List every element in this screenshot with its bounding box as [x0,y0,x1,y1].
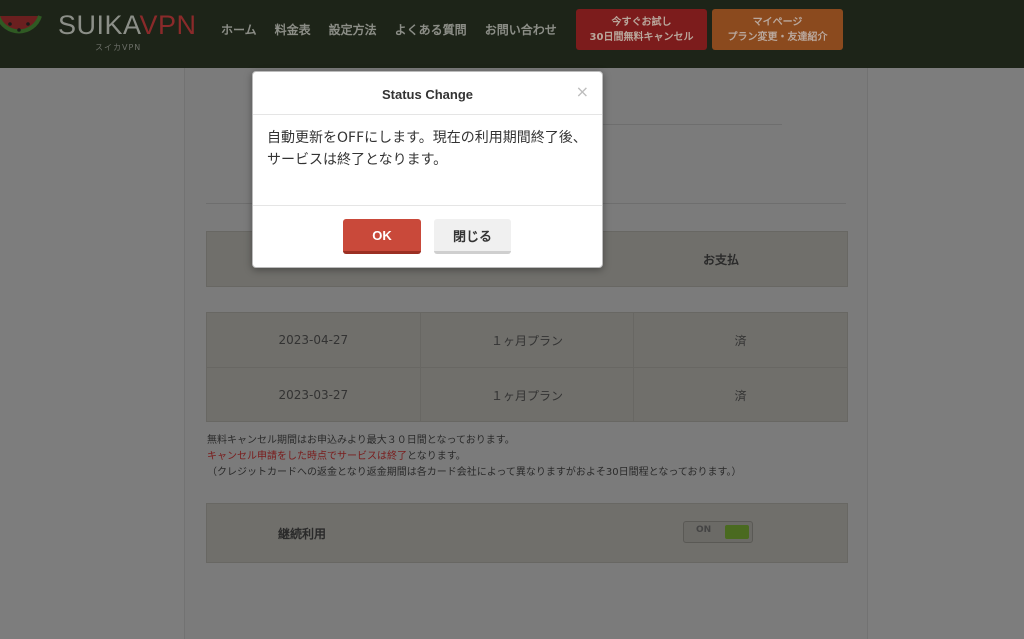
dialog-divider [253,114,602,115]
note-line-3: （クレジットカードへの返金となり返金期間は各カード会社によって異なりますがおよそ… [207,467,742,478]
status-cell: 済 [734,388,747,403]
nav-pricing[interactable]: 料金表 [275,21,311,38]
trial-line1: 今すぐお試し [611,16,672,28]
watermelon-icon[interactable] [0,6,44,56]
trial-line2: 30日間無料キャンセル [589,31,694,43]
dialog-message: 自動更新をOFFにします。現在の利用期間終了後、サービスは終了となります。 [267,130,587,168]
auto-renew-label: 継続利用 [278,527,327,541]
dialog-title: Status Change [381,87,473,102]
nav-setup[interactable]: 設定方法 [329,21,377,38]
free-trial-button[interactable]: 今すぐお試し 30日間無料キャンセル [576,9,707,50]
toggle-knob [725,525,749,539]
date-cell: 2023-03-27 [207,368,421,422]
cancellation-notes: 無料キャンセル期間はお申込みより最大３０日間となっております。 キャンセル申請を… [207,433,742,481]
auto-renew-toggle[interactable]: ON [683,521,753,543]
note-line-1: 無料キャンセル期間はお申込みより最大３０日間となっております。 [207,435,515,446]
plan-cell: １ヶ月プラン [421,313,635,367]
brand-accent: VPN [139,10,197,40]
status-change-dialog: Status Change × 自動更新をOFFにします。現在の利用期間終了後、… [252,71,603,268]
note-line-2: キャンセル申請をした時点でサービスは終了となります。 [207,449,742,465]
mypage-button[interactable]: マイページ プラン変更・友達紹介 [712,9,843,50]
main-nav: ホーム 料金表 設定方法 よくある質問 お問い合わせ [221,21,557,38]
brand-main: SUIKA [58,10,140,40]
status-cell: 済 [734,333,747,348]
site-header: SUIKAVPN スイカVPN ホーム 料金表 設定方法 よくある質問 お問い合… [0,0,1024,68]
brand-subtitle: スイカVPN [95,43,142,52]
mypage-line1: マイページ [752,16,803,28]
mypage-line2: プラン変更・友達紹介 [727,31,828,43]
payment-history-table: 2023-04-27 １ヶ月プラン 済 2023-03-27 １ヶ月プラン 済 [206,312,848,422]
plan-cell: １ヶ月プラン [421,368,635,422]
auto-renew-panel: 継続利用 ON [206,503,848,563]
nav-contact[interactable]: お問い合わせ [485,21,557,38]
brand-logo[interactable]: SUIKAVPN [58,10,197,41]
close-button[interactable]: 閉じる [434,219,511,254]
nav-home[interactable]: ホーム [221,21,257,38]
date-cell: 2023-04-27 [207,313,421,367]
table-row: 2023-04-27 １ヶ月プラン 済 [207,313,847,367]
payment-column-header: お支払 [702,253,739,267]
ok-button[interactable]: OK [343,219,421,254]
note-warning: キャンセル申請をした時点でサービスは終了 [207,451,407,462]
dialog-divider [253,205,602,206]
nav-faq[interactable]: よくある質問 [395,21,467,38]
toggle-state-label: ON [696,525,712,535]
close-icon[interactable]: × [576,82,589,101]
table-row: 2023-03-27 １ヶ月プラン 済 [207,367,847,422]
note-line-2-rest: となります。 [407,451,466,462]
